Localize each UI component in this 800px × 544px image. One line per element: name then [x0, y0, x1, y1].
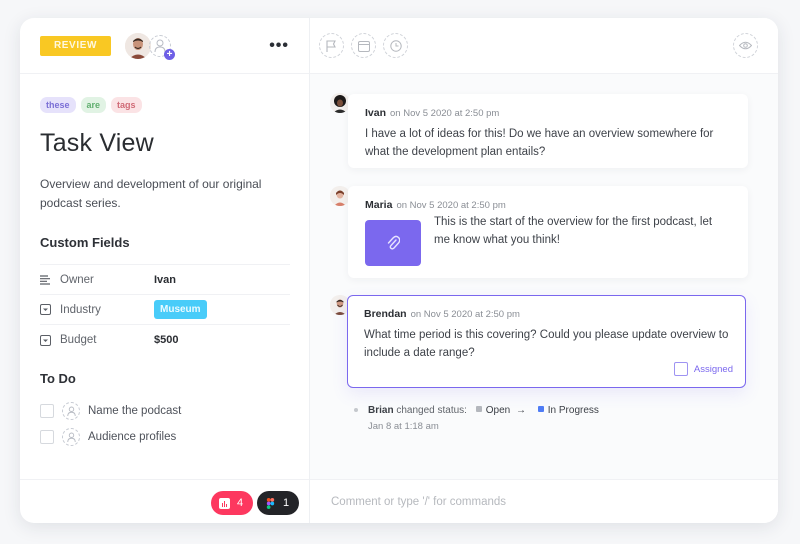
assigned-checkbox[interactable] — [673, 362, 688, 376]
status-change-activity: Brian changed status: Open → In Progress… — [354, 405, 599, 432]
activity-toolbar — [310, 18, 778, 74]
figma-icon — [266, 497, 275, 509]
todo-checkbox[interactable] — [40, 404, 54, 418]
comment-card: Maria on Nov 5 2020 at 2:50 pm This is th… — [348, 186, 748, 278]
tag-list: these are tags — [40, 97, 142, 113]
task-card: REVIEW + ••• these are tags Task View Ov… — [20, 18, 778, 523]
task-details-panel: REVIEW + ••• these are tags Task View Ov… — [20, 18, 310, 523]
status-to: In Progress — [547, 405, 599, 416]
comment-text: This is the start of the overview for th… — [434, 216, 713, 246]
field-label: Budget — [60, 334, 97, 346]
comment-time: on Nov 5 2020 at 2:50 pm — [410, 309, 520, 320]
assigned-label: Assigned — [693, 363, 733, 375]
user-icon — [66, 432, 76, 442]
task-header: REVIEW + ••• — [20, 18, 309, 74]
time-tracking-button[interactable] — [383, 33, 408, 58]
field-value[interactable]: $500 — [154, 334, 178, 346]
comment-author[interactable]: Brendan — [364, 308, 407, 320]
attachment-thumbnail[interactable] — [365, 220, 421, 266]
comment-time: on Nov 5 2020 at 2:50 pm — [390, 108, 500, 119]
priority-flag-button[interactable] — [319, 33, 344, 58]
status-from: Open — [485, 405, 511, 416]
badge-count: 1 — [283, 497, 290, 509]
status-color-open — [475, 406, 482, 412]
dropdown-icon — [40, 304, 51, 315]
plus-icon: + — [164, 48, 175, 60]
dropdown-icon — [40, 334, 51, 346]
comment-text: What time period is this covering? Could… — [364, 329, 729, 359]
clock-icon — [389, 39, 402, 52]
custom-fields-table: Owner Ivan Industry Museum Budget $500 — [40, 264, 290, 355]
todo-heading: To Do — [40, 371, 76, 386]
comment-card: Ivan on Nov 5 2020 at 2:50 pm I have a lo… — [348, 94, 748, 168]
tag[interactable]: these — [40, 97, 76, 113]
activity-actor: Brian — [368, 405, 394, 416]
task-title[interactable]: Task View — [40, 129, 154, 158]
todo-item: Audience profiles — [40, 424, 181, 450]
assignee-avatar[interactable] — [125, 32, 151, 59]
user-icon — [66, 406, 76, 416]
activity-action: changed status: — [396, 405, 467, 416]
tag[interactable]: tags — [111, 97, 142, 113]
field-label: Owner — [60, 273, 94, 286]
todo-assign-button[interactable] — [62, 428, 80, 446]
industry-chip[interactable]: Museum — [154, 300, 207, 319]
person-photo-icon — [125, 32, 151, 59]
eye-icon — [739, 41, 752, 50]
person-photo-icon — [330, 93, 350, 113]
activity-time: Jan 8 at 1:18 am — [368, 421, 439, 432]
status-button[interactable]: REVIEW — [40, 35, 111, 56]
badge-count: 4 — [237, 497, 244, 509]
integration-badge-red[interactable]: 4 — [211, 491, 254, 515]
text-lines-icon — [40, 274, 51, 285]
comment-card-highlighted: Brendan on Nov 5 2020 at 2:50 pm What tim… — [347, 295, 746, 388]
comment-text: I have a lot of ideas for this! Do we ha… — [365, 128, 714, 158]
integration-badge-figma[interactable]: 1 — [257, 491, 300, 515]
due-date-button[interactable] — [351, 33, 376, 58]
activity-panel: Ivan on Nov 5 2020 at 2:50 pm I have a lo… — [310, 18, 778, 523]
comment-author[interactable]: Ivan — [365, 107, 386, 119]
assigned-toggle[interactable]: Assigned — [673, 362, 733, 376]
comment-box — [310, 479, 778, 523]
flag-icon — [326, 39, 336, 52]
todo-assign-button[interactable] — [62, 402, 80, 420]
add-assignee-button[interactable]: + — [149, 34, 175, 60]
todo-text[interactable]: Name the podcast — [88, 405, 181, 417]
avatar-maria[interactable] — [330, 186, 350, 206]
field-value[interactable]: Ivan — [154, 274, 176, 286]
left-footer: 4 1 — [20, 479, 309, 523]
custom-field-row[interactable]: Owner Ivan — [40, 265, 290, 295]
avatar-ivan[interactable] — [330, 93, 350, 113]
comment-time: on Nov 5 2020 at 2:50 pm — [396, 200, 506, 211]
todo-checkbox[interactable] — [40, 430, 54, 444]
tag[interactable]: are — [80, 97, 107, 113]
custom-field-row[interactable]: Budget $500 — [40, 325, 290, 355]
status-color-in-progress — [537, 406, 544, 412]
comment-input[interactable] — [331, 495, 731, 508]
bullet-icon — [354, 408, 358, 413]
chart-app-icon — [219, 497, 230, 509]
arrow-right-icon: → — [515, 405, 526, 416]
field-label: Industry — [60, 303, 101, 316]
more-options-button[interactable]: ••• — [269, 37, 289, 55]
person-photo-icon — [330, 186, 350, 206]
task-description[interactable]: Overview and development of our original… — [40, 175, 270, 213]
watch-button[interactable] — [733, 33, 758, 58]
todo-list: Name the podcast Audience profiles — [40, 398, 181, 450]
custom-field-row[interactable]: Industry Museum — [40, 295, 290, 325]
paperclip-icon — [387, 235, 400, 250]
comment-author[interactable]: Maria — [365, 199, 392, 211]
todo-text[interactable]: Audience profiles — [88, 431, 176, 443]
calendar-icon — [357, 40, 370, 52]
todo-item: Name the podcast — [40, 398, 181, 424]
custom-fields-heading: Custom Fields — [40, 235, 130, 250]
